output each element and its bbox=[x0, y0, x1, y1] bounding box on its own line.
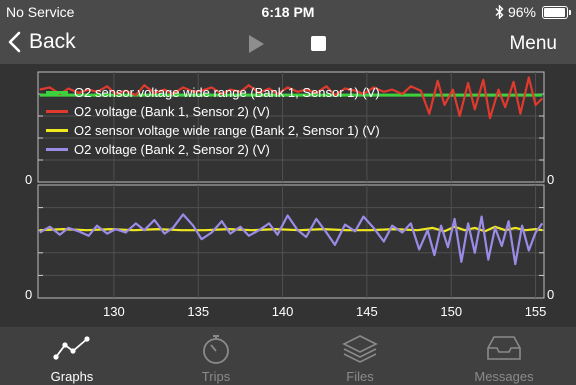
menu-button[interactable]: Menu bbox=[509, 33, 557, 55]
tab-files[interactable]: Files bbox=[288, 327, 432, 385]
tab-bar: Graphs Trips Files Messages bbox=[0, 326, 576, 385]
legend-swatch bbox=[46, 91, 68, 94]
x-tick-label: 145 bbox=[356, 304, 378, 319]
layers-icon bbox=[342, 335, 378, 363]
stop-button[interactable] bbox=[311, 36, 326, 51]
x-tick-label: 155 bbox=[525, 304, 547, 319]
chevron-left-icon bbox=[8, 31, 21, 53]
legend-swatch bbox=[46, 110, 68, 113]
tab-label: Trips bbox=[201, 369, 231, 384]
play-icon[interactable] bbox=[247, 34, 265, 54]
legend-item: O2 sensor voltage wide range (Bank 1, Se… bbox=[46, 83, 380, 102]
back-button[interactable]: Back bbox=[8, 30, 76, 54]
graph-area[interactable]: 130 135 140 145 150 155 0 0 0 0 O2 sensor vol… bbox=[0, 64, 576, 326]
status-bar: No Service 6:18 PM 96% bbox=[0, 0, 576, 26]
tab-messages[interactable]: Messages bbox=[432, 327, 576, 385]
stopwatch-icon bbox=[203, 335, 229, 364]
x-tick-label: 150 bbox=[440, 304, 462, 319]
top-panel-right-ylabel: 0 bbox=[547, 172, 555, 187]
legend-swatch bbox=[46, 148, 68, 151]
inbox-icon bbox=[487, 336, 521, 360]
legend-label: O2 sensor voltage wide range (Bank 1, Se… bbox=[74, 85, 380, 100]
x-tick-label: 130 bbox=[103, 304, 125, 319]
legend-label: O2 voltage (Bank 2, Sensor 2) (V) bbox=[74, 142, 270, 157]
legend-swatch bbox=[46, 129, 68, 132]
graphs-icon bbox=[53, 336, 90, 360]
status-right: 96% bbox=[495, 4, 571, 20]
tab-label: Messages bbox=[474, 369, 534, 384]
tab-trips[interactable]: Trips bbox=[144, 327, 288, 385]
clock-text: 6:18 PM bbox=[261, 4, 315, 20]
top-panel-left-ylabel: 0 bbox=[25, 172, 33, 187]
legend-item: O2 sensor voltage wide range (Bank 2, Se… bbox=[46, 121, 380, 140]
battery-fill bbox=[544, 7, 566, 17]
bluetooth-icon bbox=[495, 5, 504, 19]
nav-bar: Back Menu bbox=[0, 26, 576, 64]
tab-label: Files bbox=[346, 369, 374, 384]
legend-label: O2 sensor voltage wide range (Bank 2, Se… bbox=[74, 123, 380, 138]
battery-icon bbox=[542, 5, 571, 19]
chart-legend: O2 sensor voltage wide range (Bank 1, Se… bbox=[46, 83, 380, 159]
bottom-panel-left-ylabel: 0 bbox=[25, 287, 33, 302]
battery-percent: 96% bbox=[507, 4, 536, 20]
tab-label: Graphs bbox=[50, 369, 94, 384]
x-tick-label: 135 bbox=[187, 304, 209, 319]
tab-graphs[interactable]: Graphs bbox=[0, 327, 144, 385]
legend-item: O2 voltage (Bank 1, Sensor 2) (V) bbox=[46, 102, 380, 121]
legend-label: O2 voltage (Bank 1, Sensor 2) (V) bbox=[74, 104, 270, 119]
back-label: Back bbox=[29, 30, 76, 53]
legend-item: O2 voltage (Bank 2, Sensor 2) (V) bbox=[46, 140, 380, 159]
bottom-panel-right-ylabel: 0 bbox=[547, 287, 555, 302]
x-tick-label: 140 bbox=[272, 304, 294, 319]
